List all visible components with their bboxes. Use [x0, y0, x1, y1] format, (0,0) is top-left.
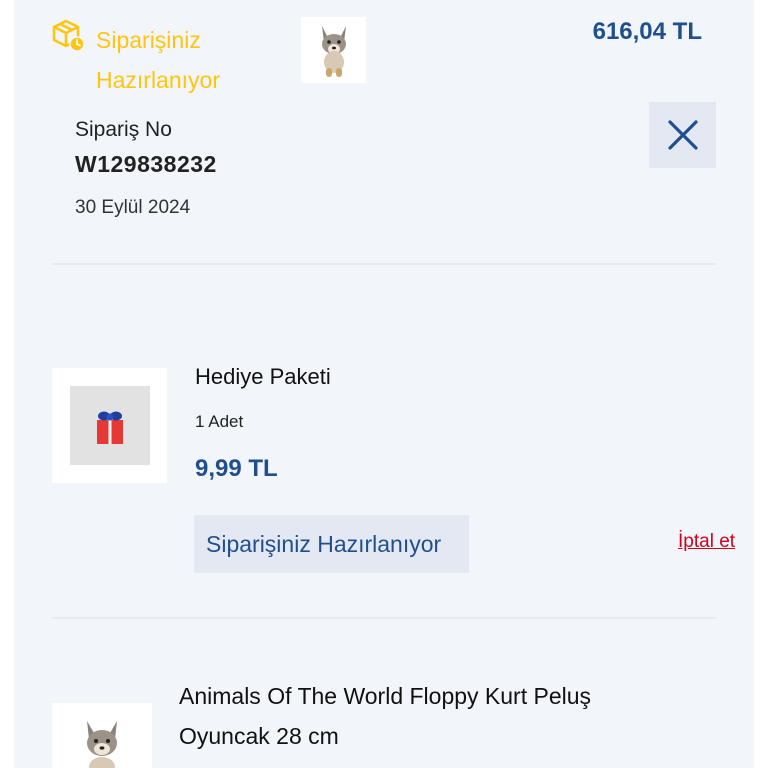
- item-status-badge: Siparişiniz Hazırlanıyor: [194, 515, 469, 573]
- divider: [52, 263, 716, 265]
- wolf-plush-image[interactable]: [52, 703, 152, 768]
- product-price: 9,99 TL: [195, 455, 278, 482]
- gift-box-icon: [96, 411, 123, 444]
- order-product-thumbnail[interactable]: [301, 17, 366, 83]
- order-status-text: Siparişiniz Hazırlanıyor: [96, 27, 220, 93]
- gift-package-image[interactable]: [52, 368, 167, 483]
- product-quantity: 1 Adet: [195, 412, 244, 431]
- divider: [52, 617, 716, 619]
- close-button[interactable]: [649, 102, 716, 168]
- package-clock-icon: [50, 18, 86, 54]
- close-icon: [667, 120, 698, 150]
- cancel-link[interactable]: İptal et: [678, 531, 735, 553]
- order-total: 616,04 TL: [592, 18, 702, 45]
- product-name[interactable]: Hediye Paketi: [195, 364, 331, 390]
- order-number: W129838232: [75, 151, 217, 177]
- order-date: 30 Eylül 2024: [75, 197, 191, 218]
- order-number-label: Sipariş No: [75, 118, 172, 141]
- product-name[interactable]: Animals Of The World Floppy Kurt Peluş O…: [179, 676, 659, 756]
- wolf-plush-image: [321, 26, 346, 77]
